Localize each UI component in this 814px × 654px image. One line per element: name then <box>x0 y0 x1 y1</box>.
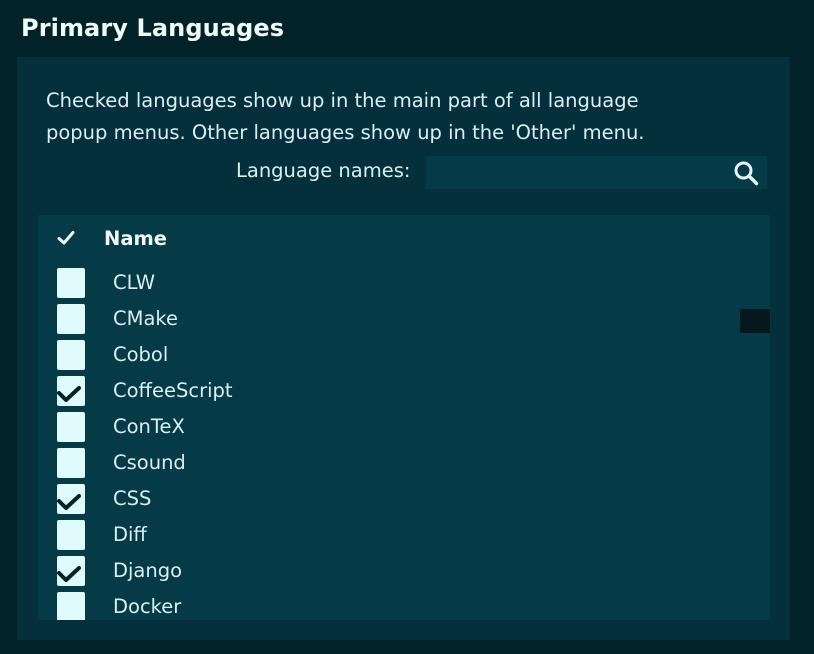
scrollbar-thumb[interactable] <box>740 309 770 333</box>
language-row[interactable]: Docker <box>38 589 770 620</box>
search-icon[interactable] <box>733 160 759 186</box>
language-name: Cobol <box>113 343 169 366</box>
language-name: Diff <box>113 523 147 546</box>
name-column-header[interactable]: Name <box>104 227 167 250</box>
language-name: CLW <box>113 271 155 294</box>
language-name: Csound <box>113 451 186 474</box>
checkmark-icon <box>57 566 81 582</box>
language-checkbox[interactable] <box>57 412 85 442</box>
description-text: Checked languages show up in the main pa… <box>46 85 746 149</box>
checkmark-icon <box>57 494 81 510</box>
language-name: Docker <box>113 595 182 618</box>
language-row[interactable]: CMake <box>38 301 770 337</box>
language-row[interactable]: CLW <box>38 265 770 301</box>
language-search-input[interactable] <box>426 156 726 189</box>
list-header: Name <box>38 215 770 265</box>
checkmark-icon <box>57 386 81 402</box>
language-row[interactable]: Django <box>38 553 770 589</box>
language-name: CSS <box>113 487 152 510</box>
language-row[interactable]: ConTeX <box>38 409 770 445</box>
description-line-2: popup menus. Other languages show up in … <box>46 121 645 144</box>
checkmark-icon[interactable] <box>57 229 75 247</box>
language-checkbox[interactable] <box>57 304 85 334</box>
language-names-label: Language names: <box>236 159 411 182</box>
language-row[interactable]: Diff <box>38 517 770 553</box>
language-search-field[interactable] <box>426 156 767 189</box>
language-checkbox[interactable] <box>57 592 85 620</box>
language-row[interactable]: CoffeeScript <box>38 373 770 409</box>
language-checkbox[interactable] <box>57 268 85 298</box>
language-row[interactable]: Cobol <box>38 337 770 373</box>
language-name: CoffeeScript <box>113 379 233 402</box>
description-line-1: Checked languages show up in the main pa… <box>46 89 639 112</box>
languages-list[interactable]: Name CLW CMake Cobol CoffeeScript ConTeX Csou… <box>38 215 770 620</box>
section-title: Primary Languages <box>21 14 285 42</box>
language-name: ConTeX <box>113 415 185 438</box>
language-name: Django <box>113 559 183 582</box>
language-checkbox[interactable] <box>57 556 85 586</box>
language-row[interactable]: CSS <box>38 481 770 517</box>
language-name: CMake <box>113 307 178 330</box>
language-checkbox[interactable] <box>57 448 85 478</box>
language-checkbox[interactable] <box>57 520 85 550</box>
language-row[interactable]: Csound <box>38 445 770 481</box>
language-checkbox[interactable] <box>57 340 85 370</box>
primary-languages-panel: Checked languages show up in the main pa… <box>17 57 790 640</box>
language-checkbox[interactable] <box>57 484 85 514</box>
language-checkbox[interactable] <box>57 376 85 406</box>
